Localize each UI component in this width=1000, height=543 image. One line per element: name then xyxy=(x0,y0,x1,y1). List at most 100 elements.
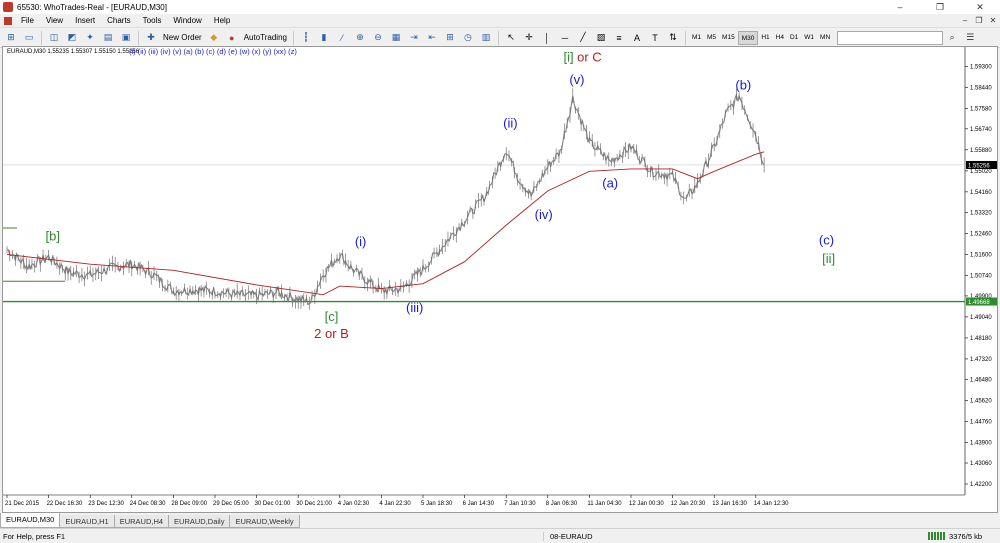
minimize-button[interactable]: – xyxy=(880,0,920,14)
timeframe-h1[interactable]: H1 xyxy=(758,31,772,45)
connection-bars-icon xyxy=(928,532,947,540)
hline-price-label: 1.49668 xyxy=(968,300,990,306)
menu-charts[interactable]: Charts xyxy=(101,14,137,28)
menu-insert[interactable]: Insert xyxy=(69,14,101,28)
chart-window[interactable]: 1.59300 1.58440 1.57580 1.56740 1.55880 1.550… xyxy=(2,46,998,513)
menu-bar: File View Insert Charts Tools Window Hel… xyxy=(0,14,1000,28)
metaeditor-icon[interactable]: ◆ xyxy=(206,30,222,46)
time-tick-label: 12 Jan 20:30 xyxy=(671,501,706,507)
status-traffic: 3376/5 kb xyxy=(928,532,1000,541)
chart-tabs: EURAUD,M30 EURAUD,H1 EURAUD,H4 EURAUD,Da… xyxy=(0,513,1000,528)
navigator-icon[interactable]: ✦ xyxy=(82,30,98,46)
maximize-button[interactable]: ❐ xyxy=(920,0,960,14)
time-tick-label: 12 Jan 00:30 xyxy=(629,501,664,507)
cursor-icon[interactable]: ↖ xyxy=(503,30,519,46)
tab-euraud-weekly[interactable]: EURAUD,Weekly xyxy=(229,515,300,528)
wave-label: (b) xyxy=(735,78,751,93)
mdi-minimize-button[interactable]: – xyxy=(958,16,972,25)
tab-euraud-h4[interactable]: EURAUD,H4 xyxy=(113,515,170,528)
toolbar-divider xyxy=(138,30,139,45)
templates-icon[interactable]: ▥ xyxy=(478,30,494,46)
title-bar: 65530: WhoTrades-Real - [EURAUD,M30] – ❐… xyxy=(0,0,1000,14)
time-tick-label: 21 Dec 2015 xyxy=(5,501,40,507)
timeframe-m30[interactable]: M30 xyxy=(737,30,759,45)
indicators-icon[interactable]: ⊞ xyxy=(442,30,458,46)
fibonacci-icon[interactable]: ≡ xyxy=(611,30,627,46)
menu-help[interactable]: Help xyxy=(208,14,236,28)
timeframe-h4[interactable]: H4 xyxy=(773,31,787,45)
price-tick-label: 1.59300 xyxy=(970,64,992,70)
zoom-out-icon[interactable]: ⊖ xyxy=(370,30,386,46)
autotrading-icon[interactable]: ● xyxy=(224,30,240,46)
trendline-icon[interactable]: ╱ xyxy=(575,30,591,46)
time-tick-label: 6 Jan 14:30 xyxy=(463,501,495,507)
autoscroll-icon[interactable]: ⇥ xyxy=(406,30,422,46)
autotrading-button[interactable]: AutoTrading xyxy=(241,33,290,42)
tab-euraud-m30[interactable]: EURAUD,M30 xyxy=(0,513,61,528)
price-tick-label: 1.43900 xyxy=(970,441,992,447)
wave-label: (c) xyxy=(819,233,834,248)
mdi-restore-button[interactable]: ❐ xyxy=(972,16,986,25)
search-input[interactable] xyxy=(837,30,944,45)
mdi-close-button[interactable]: ✕ xyxy=(986,16,1000,25)
bar-chart-icon[interactable]: ┇ xyxy=(298,30,314,46)
chart-shift-icon[interactable]: ⇤ xyxy=(424,30,440,46)
menu-window[interactable]: Window xyxy=(167,14,207,28)
data-window-icon[interactable]: ◩ xyxy=(64,30,80,46)
toolbar-divider xyxy=(292,30,294,45)
timeframe-d1[interactable]: D1 xyxy=(787,31,801,45)
wave-label: (a) xyxy=(602,176,618,191)
timeframe-m1[interactable]: M1 xyxy=(689,31,704,45)
price-tick-label: 1.53320 xyxy=(970,211,992,217)
candlestick-icon[interactable]: ▮ xyxy=(316,30,332,46)
price-tick-label: 1.44760 xyxy=(970,420,992,426)
price-tick-label: 1.45620 xyxy=(970,399,992,405)
price-tick-label: 1.55880 xyxy=(970,148,992,154)
price-tick-label: 1.50740 xyxy=(970,274,992,280)
market-watch-icon[interactable]: ◫ xyxy=(46,30,62,46)
new-order-icon[interactable]: ✚ xyxy=(143,30,159,46)
wave-label: or C xyxy=(577,49,602,64)
terminal-icon[interactable]: ▤ xyxy=(100,30,116,46)
zoom-in-icon[interactable]: ⊕ xyxy=(352,30,368,46)
text-label-icon[interactable]: T xyxy=(647,30,663,46)
price-tick-label: 1.52460 xyxy=(970,232,992,238)
new-order-button[interactable]: New Order xyxy=(160,33,205,42)
tab-euraud-h1[interactable]: EURAUD,H1 xyxy=(59,515,115,528)
community-icon[interactable]: ☰ xyxy=(962,30,978,46)
periods-icon[interactable]: ◷ xyxy=(460,30,476,46)
strategy-tester-icon[interactable]: ▣ xyxy=(118,30,134,46)
profiles-icon[interactable]: ▭ xyxy=(21,30,37,46)
menu-tools[interactable]: Tools xyxy=(137,14,168,28)
chart-symbol-header: EURAUD,M30 1.55235 1.55307 1.55150 1.552… xyxy=(7,49,140,55)
timeframe-m15[interactable]: M15 xyxy=(719,31,738,45)
text-icon[interactable]: A xyxy=(629,30,645,46)
wave-label: (v) xyxy=(569,72,584,87)
arrows-icon[interactable]: ⇅ xyxy=(665,30,681,46)
timeframe-m5[interactable]: M5 xyxy=(704,31,719,45)
price-tick-label: 1.42200 xyxy=(970,482,992,488)
time-tick-label: 22 Dec 16:30 xyxy=(47,501,83,507)
price-tick-label: 1.51600 xyxy=(970,253,992,259)
channel-icon[interactable]: ▨ xyxy=(593,30,609,46)
crosshair-icon[interactable]: ✛ xyxy=(521,30,537,46)
line-chart-icon[interactable]: ⁄ xyxy=(334,30,350,46)
tab-euraud-daily[interactable]: EURAUD,Daily xyxy=(168,515,231,528)
wave-label: [ii] xyxy=(822,251,835,266)
tile-windows-icon[interactable]: ▦ xyxy=(388,30,404,46)
horizontal-line-icon[interactable]: ─ xyxy=(557,30,573,46)
status-help-text: For Help, press F1 xyxy=(3,531,66,541)
price-tick-label: 1.47320 xyxy=(970,357,992,363)
new-chart-icon[interactable]: ⊞ xyxy=(3,30,19,46)
timeframe-w1[interactable]: W1 xyxy=(801,31,817,45)
menu-file[interactable]: File xyxy=(15,14,40,28)
close-button[interactable]: ✕ xyxy=(960,0,1000,14)
vertical-line-icon[interactable]: │ xyxy=(539,30,555,46)
wave-label: [b] xyxy=(46,229,60,244)
menu-view[interactable]: View xyxy=(40,14,69,28)
price-chart[interactable]: 1.59300 1.58440 1.57580 1.56740 1.55880 1.550… xyxy=(3,47,997,512)
toolbar-divider xyxy=(497,30,499,45)
elliott-wave-toolbar[interactable]: (i) (ii) (iii) (iv) (v) (a) (b) (c) (d) … xyxy=(129,47,297,56)
timeframe-mn[interactable]: MN xyxy=(817,31,833,45)
search-icon[interactable]: ⌕ xyxy=(944,30,960,46)
